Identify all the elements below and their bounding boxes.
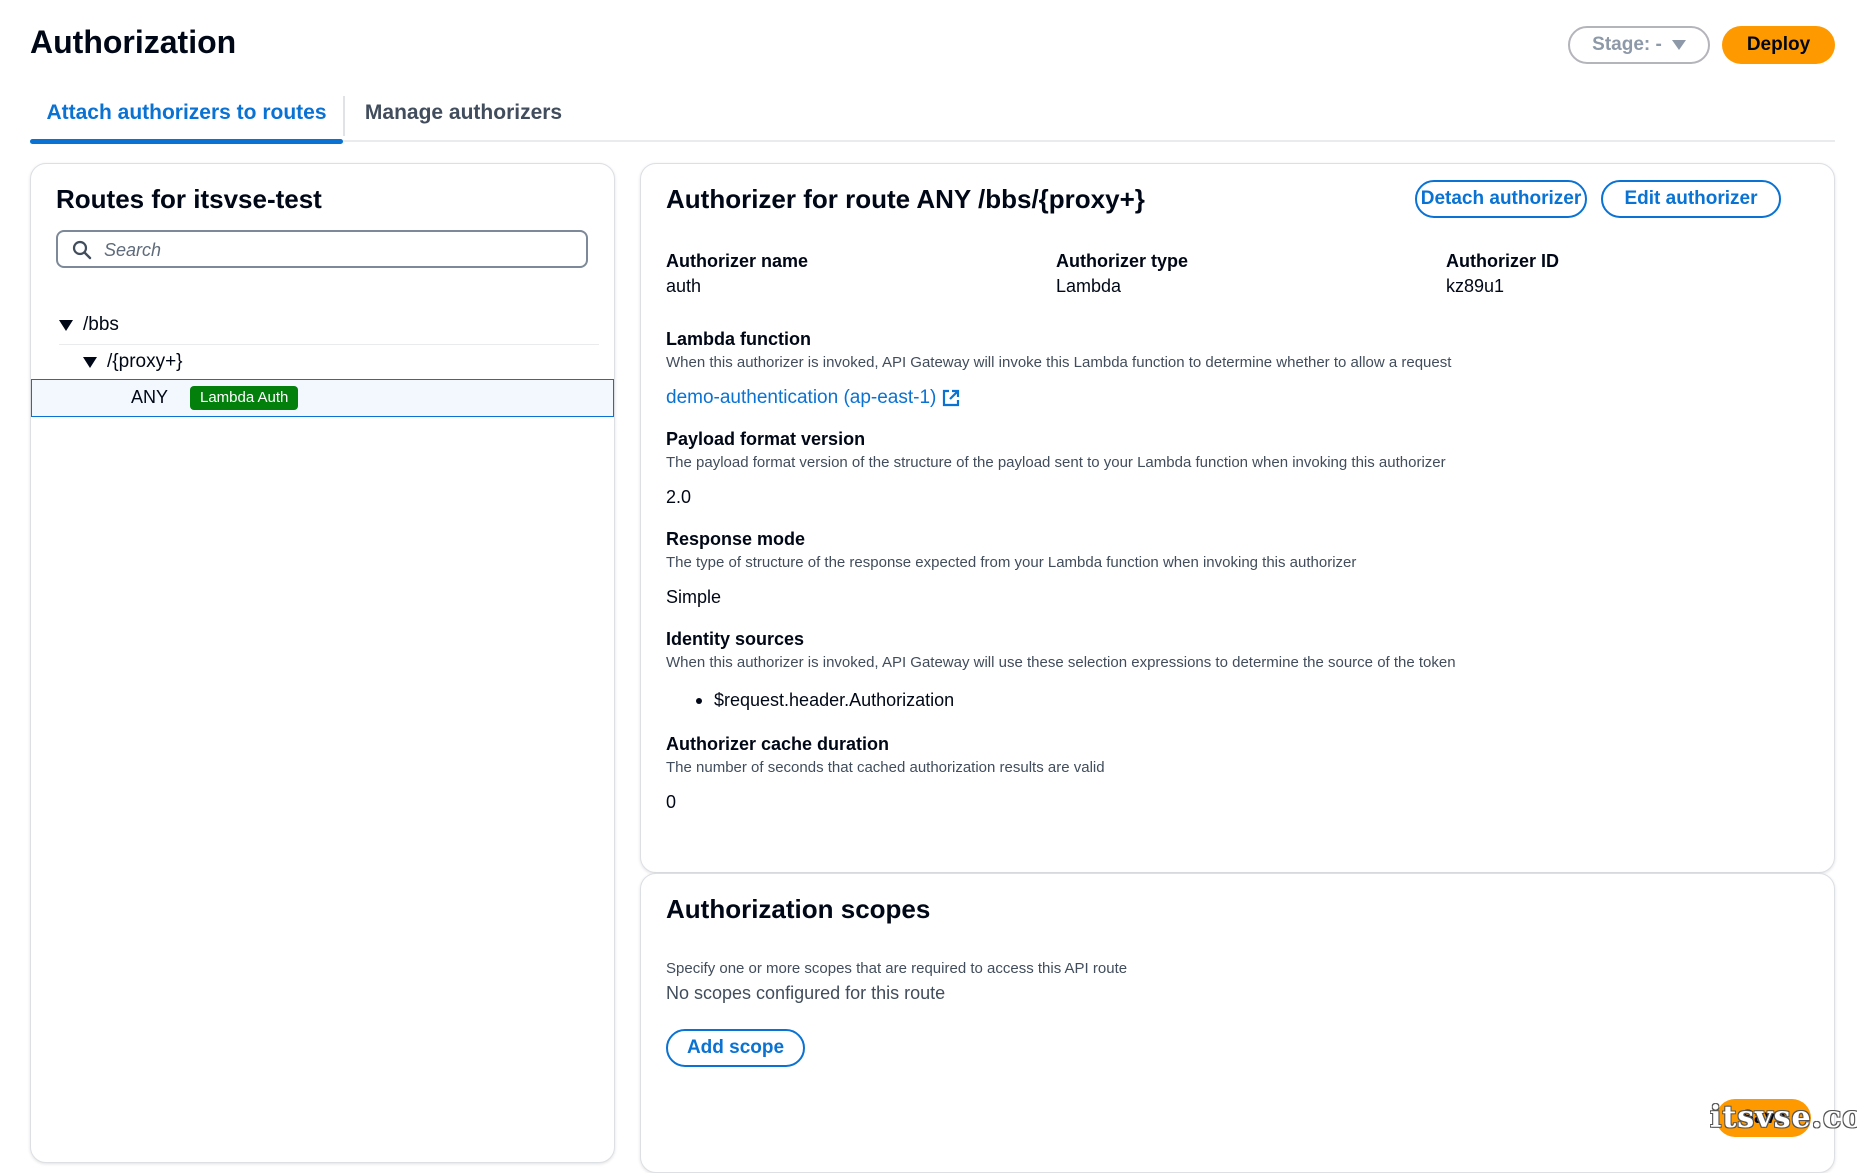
scopes-panel: Authorization scopes Specify one or more… bbox=[640, 873, 1835, 1173]
authorizer-name-label: Authorizer name bbox=[666, 251, 809, 271]
triangle-down-icon bbox=[83, 356, 97, 368]
authorizer-name-value: auth bbox=[666, 276, 702, 296]
cache-duration-label: Authorizer cache duration bbox=[666, 734, 890, 754]
search-input[interactable] bbox=[102, 236, 576, 264]
tree-node-proxy[interactable]: /{proxy+} bbox=[83, 351, 183, 373]
authorizer-title: Authorizer for route ANY /bbs/{proxy+} bbox=[666, 184, 1145, 214]
identity-source-item: $request.header.Authorization bbox=[696, 690, 954, 711]
route-item-any[interactable]: ANY Lambda Auth bbox=[31, 379, 614, 417]
lambda-auth-badge: Lambda Auth bbox=[190, 386, 299, 410]
routes-title: Routes for itsvse-test bbox=[56, 184, 322, 214]
lambda-function-label: Lambda function bbox=[666, 329, 811, 349]
routes-panel: Routes for itsvse-test /bbs /{proxy+} AN… bbox=[30, 163, 615, 1163]
identity-sources-label: Identity sources bbox=[666, 629, 805, 649]
cache-duration-value: 0 bbox=[666, 792, 677, 812]
payload-format-value: 2.0 bbox=[666, 487, 692, 507]
caret-down-icon bbox=[1671, 40, 1686, 50]
scopes-empty-text: No scopes configured for this route bbox=[666, 983, 946, 1003]
bullet-icon bbox=[696, 697, 702, 704]
watermark: itsvse.com bbox=[1710, 1100, 1857, 1135]
tabs: Attach authorizers to routes Manage auth… bbox=[30, 92, 1835, 144]
route-method: ANY bbox=[131, 387, 169, 407]
lambda-function-desc: When this authorizer is invoked, API Gat… bbox=[666, 354, 1452, 371]
payload-format-desc: The payload format version of the struct… bbox=[666, 454, 1446, 471]
detach-authorizer-button[interactable]: Detach authorizer bbox=[1415, 180, 1587, 218]
scopes-title: Authorization scopes bbox=[666, 894, 931, 924]
search-box[interactable] bbox=[56, 230, 588, 268]
deploy-button[interactable]: Deploy bbox=[1722, 26, 1835, 64]
authorizer-panel: Authorizer for route ANY /bbs/{proxy+} D… bbox=[640, 163, 1835, 873]
lambda-function-link[interactable]: demo-authentication (ap-east-1) bbox=[666, 387, 960, 409]
scopes-desc: Specify one or more scopes that are requ… bbox=[666, 960, 1128, 977]
response-mode-value: Simple bbox=[666, 587, 722, 607]
search-icon bbox=[72, 240, 92, 260]
identity-sources-desc: When this authorizer is invoked, API Gat… bbox=[666, 654, 1456, 671]
triangle-down-icon bbox=[59, 319, 73, 331]
tree-node-label: /{proxy+} bbox=[107, 351, 183, 372]
payload-format-label: Payload format version bbox=[666, 429, 866, 449]
authorizer-id-label: Authorizer ID bbox=[1446, 251, 1560, 271]
authorizer-id-value: kz89u1 bbox=[1446, 276, 1505, 296]
edit-authorizer-button[interactable]: Edit authorizer bbox=[1601, 180, 1781, 218]
tab-manage-authorizers[interactable]: Manage authorizers bbox=[345, 92, 582, 142]
tree-node-label: /bbs bbox=[83, 314, 119, 335]
lambda-function-link-text: demo-authentication (ap-east-1) bbox=[666, 387, 937, 408]
tab-attach-authorizers[interactable]: Attach authorizers to routes bbox=[30, 92, 343, 144]
stage-dropdown-label: Stage: - bbox=[1592, 34, 1662, 55]
response-mode-desc: The type of structure of the response ex… bbox=[666, 554, 1357, 571]
authorizer-type-value: Lambda bbox=[1056, 276, 1122, 296]
tree-node-bbs[interactable]: /bbs bbox=[59, 314, 119, 336]
authorizer-type-label: Authorizer type bbox=[1056, 251, 1189, 271]
add-scope-button[interactable]: Add scope bbox=[666, 1029, 805, 1067]
external-link-icon bbox=[943, 389, 960, 407]
tree-divider bbox=[59, 344, 599, 345]
identity-source-text: $request.header.Authorization bbox=[714, 690, 955, 710]
cache-duration-desc: The number of seconds that cached author… bbox=[666, 759, 1105, 776]
page-title: Authorization bbox=[30, 24, 237, 60]
response-mode-label: Response mode bbox=[666, 529, 806, 549]
stage-dropdown[interactable]: Stage: - bbox=[1568, 26, 1710, 64]
